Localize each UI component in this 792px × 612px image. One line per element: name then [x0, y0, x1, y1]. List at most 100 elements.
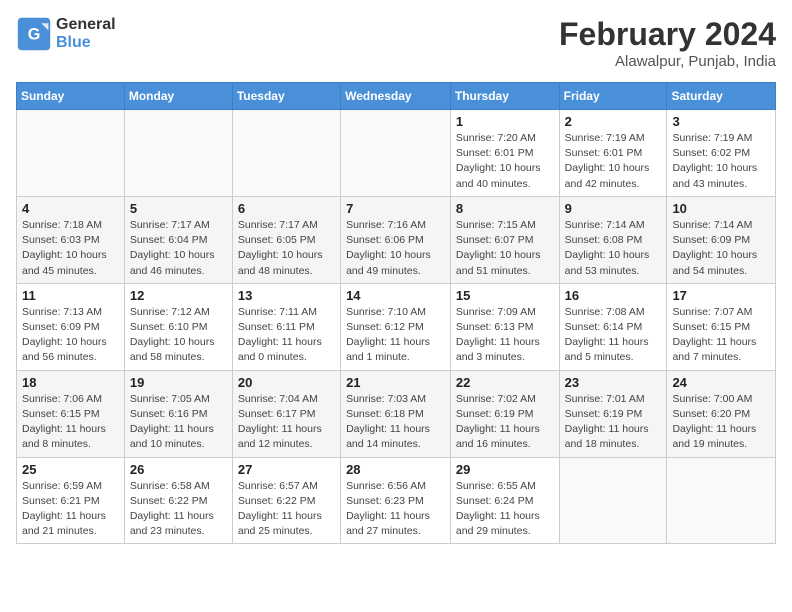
- calendar-cell: 21Sunrise: 7:03 AMSunset: 6:18 PMDayligh…: [341, 370, 451, 457]
- day-detail: Sunrise: 7:15 AMSunset: 6:07 PMDaylight:…: [456, 218, 554, 279]
- calendar-cell: 11Sunrise: 7:13 AMSunset: 6:09 PMDayligh…: [17, 283, 125, 370]
- day-detail: Sunrise: 7:02 AMSunset: 6:19 PMDaylight:…: [456, 392, 554, 453]
- calendar-cell: 27 Sunrise: 6:57 AMSunset: 6:22 PMDayligh…: [232, 457, 340, 544]
- calendar-cell: [341, 110, 451, 197]
- week-row-3: 11Sunrise: 7:13 AMSunset: 6:09 PMDayligh…: [17, 283, 776, 370]
- calendar-cell: 23 Sunrise: 7:01 AMSunset: 6:19 PMDayligh…: [559, 370, 667, 457]
- day-number: 16: [565, 288, 662, 303]
- day-number: 25: [22, 462, 119, 477]
- day-number: 27: [238, 462, 335, 477]
- calendar-cell: 13Sunrise: 7:11 AMSunset: 6:11 PMDayligh…: [232, 283, 340, 370]
- day-number: 20: [238, 375, 335, 390]
- day-number: 7: [346, 201, 445, 216]
- calendar-cell: [559, 457, 667, 544]
- day-detail: Sunrise: 7:01 AMSunset: 6:19 PMDaylight:…: [565, 392, 662, 453]
- calendar-cell: 17 Sunrise: 7:07 AMSunset: 6:15 PMDayligh…: [667, 283, 776, 370]
- day-detail: Sunrise: 6:56 AMSunset: 6:23 PMDaylight:…: [346, 479, 445, 540]
- day-detail: Sunrise: 7:16 AMSunset: 6:06 PMDaylight:…: [346, 218, 445, 279]
- calendar-cell: 18Sunrise: 7:06 AMSunset: 6:15 PMDayligh…: [17, 370, 125, 457]
- day-number: 21: [346, 375, 445, 390]
- day-detail: Sunrise: 7:14 AMSunset: 6:09 PMDaylight:…: [672, 218, 770, 279]
- day-detail: Sunrise: 6:59 AMSunset: 6:21 PMDaylight:…: [22, 479, 119, 540]
- weekday-header-monday: Monday: [124, 83, 232, 110]
- calendar-title: February 2024: [559, 16, 776, 53]
- day-detail: Sunrise: 6:55 AMSunset: 6:24 PMDaylight:…: [456, 479, 554, 540]
- day-number: 2: [565, 114, 662, 129]
- title-area: February 2024 Alawalpur, Punjab, India: [559, 16, 776, 70]
- day-number: 28: [346, 462, 445, 477]
- day-number: 6: [238, 201, 335, 216]
- logo-icon: G: [16, 16, 52, 52]
- day-number: 19: [130, 375, 227, 390]
- calendar-cell: [667, 457, 776, 544]
- day-detail: Sunrise: 7:07 AMSunset: 6:15 PMDaylight:…: [672, 305, 770, 366]
- calendar-cell: 20 Sunrise: 7:04 AMSunset: 6:17 PMDayligh…: [232, 370, 340, 457]
- logo-line2: Blue: [56, 34, 116, 52]
- calendar-cell: 28 Sunrise: 6:56 AMSunset: 6:23 PMDayligh…: [341, 457, 451, 544]
- calendar-table: SundayMondayTuesdayWednesdayThursdayFrid…: [16, 82, 776, 544]
- day-detail: Sunrise: 7:12 AMSunset: 6:10 PMDaylight:…: [130, 305, 227, 366]
- calendar-cell: 4 Sunrise: 7:18 AMSunset: 6:03 PMDaylight…: [17, 196, 125, 283]
- calendar-cell: 29 Sunrise: 6:55 AMSunset: 6:24 PMDayligh…: [450, 457, 559, 544]
- logo-line1: General: [56, 16, 116, 34]
- day-detail: Sunrise: 7:09 AMSunset: 6:13 PMDaylight:…: [456, 305, 554, 366]
- weekday-header-wednesday: Wednesday: [341, 83, 451, 110]
- day-number: 18: [22, 375, 119, 390]
- weekday-header-thursday: Thursday: [450, 83, 559, 110]
- day-detail: Sunrise: 7:14 AMSunset: 6:08 PMDaylight:…: [565, 218, 662, 279]
- day-detail: Sunrise: 6:58 AMSunset: 6:22 PMDaylight:…: [130, 479, 227, 540]
- day-number: 22: [456, 375, 554, 390]
- week-row-1: 1 Sunrise: 7:20 AMSunset: 6:01 PMDaylight…: [17, 110, 776, 197]
- week-row-2: 4 Sunrise: 7:18 AMSunset: 6:03 PMDaylight…: [17, 196, 776, 283]
- day-detail: Sunrise: 7:20 AMSunset: 6:01 PMDaylight:…: [456, 131, 554, 192]
- logo: G General Blue: [16, 16, 116, 52]
- day-number: 29: [456, 462, 554, 477]
- day-number: 4: [22, 201, 119, 216]
- calendar-cell: 12 Sunrise: 7:12 AMSunset: 6:10 PMDayligh…: [124, 283, 232, 370]
- day-number: 23: [565, 375, 662, 390]
- day-number: 1: [456, 114, 554, 129]
- calendar-cell: 6 Sunrise: 7:17 AMSunset: 6:05 PMDaylight…: [232, 196, 340, 283]
- calendar-cell: 7 Sunrise: 7:16 AMSunset: 6:06 PMDaylight…: [341, 196, 451, 283]
- calendar-cell: 24Sunrise: 7:00 AMSunset: 6:20 PMDayligh…: [667, 370, 776, 457]
- day-detail: Sunrise: 7:11 AMSunset: 6:11 PMDaylight:…: [238, 305, 335, 366]
- calendar-cell: [124, 110, 232, 197]
- day-number: 3: [672, 114, 770, 129]
- calendar-cell: 1 Sunrise: 7:20 AMSunset: 6:01 PMDaylight…: [450, 110, 559, 197]
- weekday-header-saturday: Saturday: [667, 83, 776, 110]
- calendar-cell: 19Sunrise: 7:05 AMSunset: 6:16 PMDayligh…: [124, 370, 232, 457]
- calendar-cell: 10 Sunrise: 7:14 AMSunset: 6:09 PMDayligh…: [667, 196, 776, 283]
- day-detail: Sunrise: 7:17 AMSunset: 6:05 PMDaylight:…: [238, 218, 335, 279]
- day-detail: Sunrise: 7:18 AMSunset: 6:03 PMDaylight:…: [22, 218, 119, 279]
- calendar-cell: 8 Sunrise: 7:15 AMSunset: 6:07 PMDaylight…: [450, 196, 559, 283]
- day-number: 26: [130, 462, 227, 477]
- day-detail: Sunrise: 7:08 AMSunset: 6:14 PMDaylight:…: [565, 305, 662, 366]
- calendar-cell: 16 Sunrise: 7:08 AMSunset: 6:14 PMDayligh…: [559, 283, 667, 370]
- day-detail: Sunrise: 7:17 AMSunset: 6:04 PMDaylight:…: [130, 218, 227, 279]
- header: G General Blue February 2024 Alawalpur, …: [16, 16, 776, 70]
- day-detail: Sunrise: 7:10 AMSunset: 6:12 PMDaylight:…: [346, 305, 445, 366]
- calendar-cell: 22 Sunrise: 7:02 AMSunset: 6:19 PMDayligh…: [450, 370, 559, 457]
- calendar-cell: [17, 110, 125, 197]
- calendar-cell: 25 Sunrise: 6:59 AMSunset: 6:21 PMDayligh…: [17, 457, 125, 544]
- calendar-cell: 9Sunrise: 7:14 AMSunset: 6:08 PMDaylight…: [559, 196, 667, 283]
- calendar-cell: 3Sunrise: 7:19 AMSunset: 6:02 PMDaylight…: [667, 110, 776, 197]
- day-number: 17: [672, 288, 770, 303]
- day-detail: Sunrise: 7:04 AMSunset: 6:17 PMDaylight:…: [238, 392, 335, 453]
- calendar-cell: [232, 110, 340, 197]
- calendar-cell: 15Sunrise: 7:09 AMSunset: 6:13 PMDayligh…: [450, 283, 559, 370]
- day-number: 10: [672, 201, 770, 216]
- day-number: 14: [346, 288, 445, 303]
- calendar-cell: 14 Sunrise: 7:10 AMSunset: 6:12 PMDayligh…: [341, 283, 451, 370]
- calendar-cell: 26 Sunrise: 6:58 AMSunset: 6:22 PMDayligh…: [124, 457, 232, 544]
- week-row-5: 25 Sunrise: 6:59 AMSunset: 6:21 PMDayligh…: [17, 457, 776, 544]
- weekday-header-row: SundayMondayTuesdayWednesdayThursdayFrid…: [17, 83, 776, 110]
- day-number: 8: [456, 201, 554, 216]
- weekday-header-friday: Friday: [559, 83, 667, 110]
- day-detail: Sunrise: 7:00 AMSunset: 6:20 PMDaylight:…: [672, 392, 770, 453]
- day-detail: Sunrise: 7:19 AMSunset: 6:01 PMDaylight:…: [565, 131, 662, 192]
- day-number: 5: [130, 201, 227, 216]
- day-number: 12: [130, 288, 227, 303]
- day-detail: Sunrise: 6:57 AMSunset: 6:22 PMDaylight:…: [238, 479, 335, 540]
- svg-text:G: G: [28, 25, 41, 43]
